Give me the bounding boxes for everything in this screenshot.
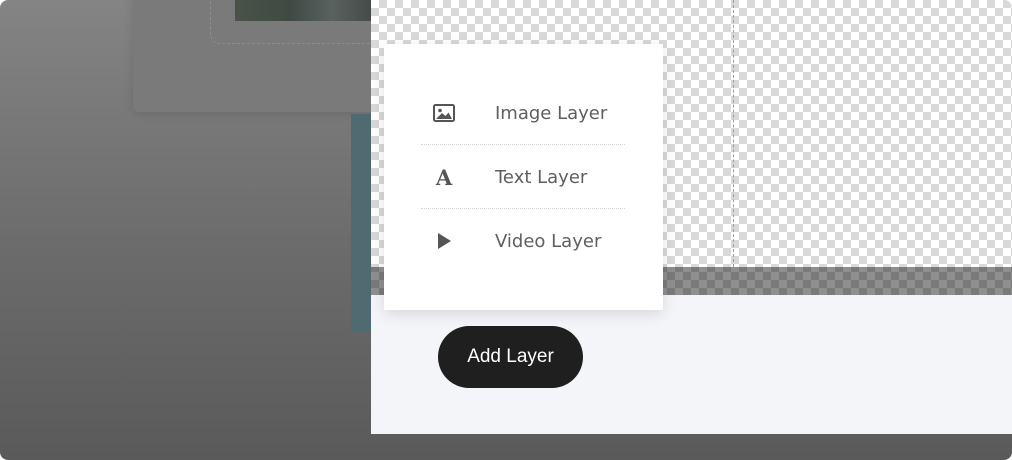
menu-item-text-layer[interactable]: A Text Layer — [421, 145, 625, 209]
add-layer-menu: Image Layer A Text Layer Video Layer — [384, 44, 663, 310]
center-guide-line — [733, 0, 734, 267]
menu-item-label: Text Layer — [495, 166, 588, 188]
image-thumbnail — [235, 0, 373, 21]
image-icon — [427, 101, 461, 125]
menu-item-label: Video Layer — [495, 230, 602, 252]
play-icon — [427, 229, 461, 253]
add-layer-button[interactable]: Add Layer — [438, 326, 583, 388]
editor-stage: Add Layer Image Layer A Text Layer Video… — [0, 0, 1012, 460]
menu-item-video-layer[interactable]: Video Layer — [421, 209, 625, 273]
slide-edge-strip — [351, 114, 373, 331]
text-icon: A — [435, 164, 453, 190]
menu-item-image-layer[interactable]: Image Layer — [421, 81, 625, 145]
menu-item-label: Image Layer — [495, 102, 608, 124]
